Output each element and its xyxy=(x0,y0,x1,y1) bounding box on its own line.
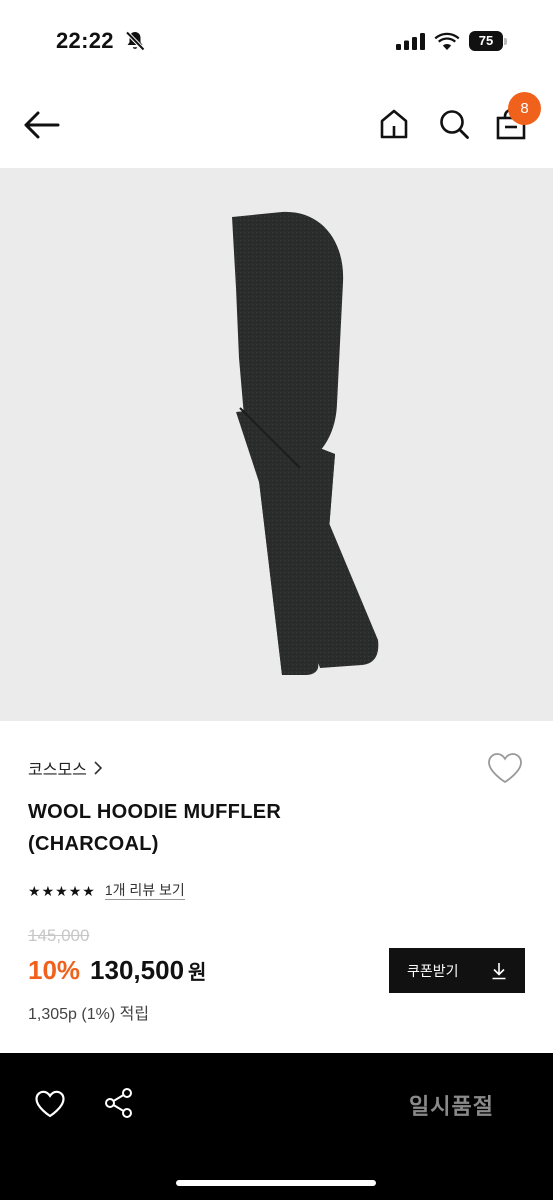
heart-icon[interactable] xyxy=(34,1089,66,1124)
discount-rate: 10% xyxy=(28,955,81,985)
sale-price: 130,500 xyxy=(90,955,185,985)
price-row: 10% 130,500 원 xyxy=(28,955,206,986)
star-icon: ★ xyxy=(82,883,95,899)
currency-unit: 원 xyxy=(188,962,207,984)
star-icon: ★ xyxy=(41,883,55,899)
product-title-line1: WOOL HOODIE MUFFLER xyxy=(28,801,282,823)
muffler-illustration xyxy=(232,211,379,675)
nav-header: 8 xyxy=(0,84,553,168)
home-icon[interactable] xyxy=(378,108,410,145)
review-link[interactable]: 1개 리뷰 보기 xyxy=(104,882,185,900)
brand-link[interactable]: 코스모스 xyxy=(28,756,103,780)
brand-name: 코스모스 xyxy=(28,762,87,779)
cart-count-badge[interactable]: 8 xyxy=(508,92,541,125)
chevron-right-icon xyxy=(94,761,103,775)
rating-stars: ★ ★ ★ ★ ★ xyxy=(28,882,95,900)
share-icon[interactable] xyxy=(104,1087,134,1124)
star-icon: ★ xyxy=(68,883,82,899)
star-icon: ★ xyxy=(28,883,41,899)
coupon-download-button[interactable]: 쿠폰받기 xyxy=(389,948,525,993)
reward-points: 1,305p (1%) 적립 xyxy=(28,1006,150,1023)
original-price: 145,000 xyxy=(28,926,90,945)
product-image[interactable] xyxy=(0,168,553,721)
signal-icon xyxy=(396,33,426,55)
home-indicator[interactable] xyxy=(176,1180,376,1186)
battery-icon: 75 xyxy=(469,31,507,51)
coupon-label: 쿠폰받기 xyxy=(407,962,459,979)
product-title: WOOL HOODIE MUFFLER (CHARCOAL) xyxy=(28,796,448,860)
star-icon: ★ xyxy=(55,883,68,899)
bottom-action-bar: 일시품절 xyxy=(0,1053,553,1200)
wishlist-heart-icon[interactable] xyxy=(486,751,524,790)
soldout-button[interactable]: 일시품절 xyxy=(409,1089,494,1121)
status-bar: 22:22 75 xyxy=(0,0,553,84)
battery-cap xyxy=(504,38,507,45)
status-time: 22:22 xyxy=(56,28,114,53)
search-icon[interactable] xyxy=(438,108,470,145)
product-title-line2: (CHARCOAL) xyxy=(28,833,159,855)
mute-bell-icon xyxy=(124,30,146,57)
battery-level: 75 xyxy=(469,31,503,51)
download-icon xyxy=(492,962,506,979)
wifi-icon xyxy=(434,31,460,56)
back-arrow-icon[interactable] xyxy=(24,110,60,145)
rating-row: ★ ★ ★ ★ ★ 1개 리뷰 보기 xyxy=(28,882,185,900)
